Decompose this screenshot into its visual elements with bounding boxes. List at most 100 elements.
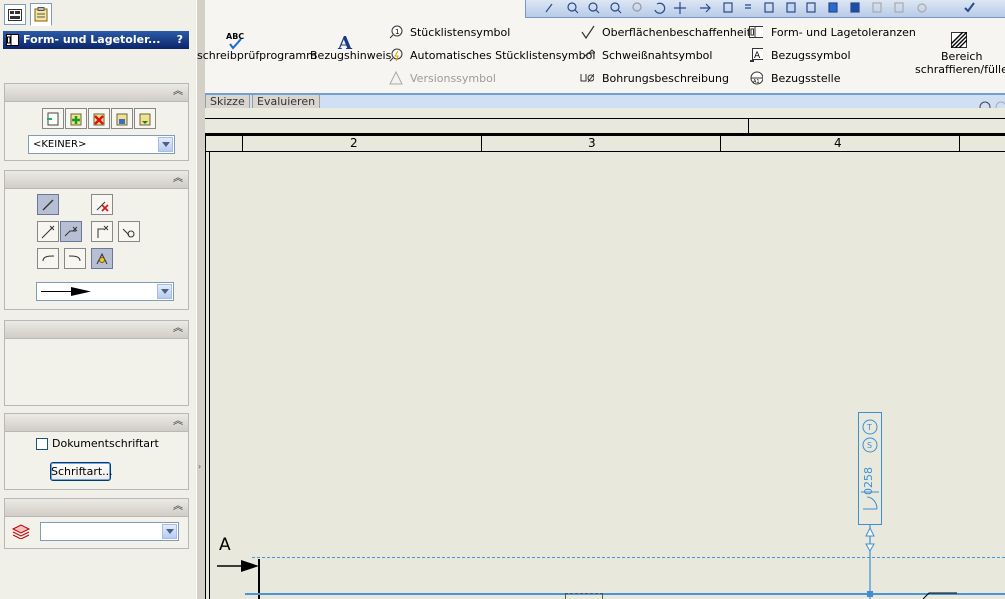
weld-symbol-button[interactable]: Schweißnahtsymbol xyxy=(602,49,712,62)
doc-font-checkbox[interactable] xyxy=(36,438,48,450)
border-line xyxy=(205,118,1005,119)
spellcheck-button[interactable]: schreibprüfprogramm xyxy=(197,49,317,62)
arrow-style-icon xyxy=(41,287,91,296)
tab-sketch[interactable]: Skizze xyxy=(205,95,250,109)
save-style-button[interactable] xyxy=(111,108,133,129)
gtol-button[interactable]: Form- und Lagetoleranzen xyxy=(771,26,916,39)
load-style-button[interactable] xyxy=(134,108,156,129)
layers-icon xyxy=(11,524,31,539)
panel-splitter[interactable]: › xyxy=(196,0,205,599)
style-group-header[interactable]: ︽ xyxy=(5,84,188,102)
balloon-button[interactable]: Stücklistensymbol xyxy=(410,26,510,39)
zone-divider xyxy=(959,136,960,151)
delete-style-button[interactable] xyxy=(88,108,110,129)
font-button[interactable]: Schriftart... xyxy=(50,462,113,481)
chevron-down-icon[interactable] xyxy=(158,137,173,152)
chevron-down-icon[interactable] xyxy=(157,284,172,299)
hatch-button-line2[interactable]: schraffieren/füllen xyxy=(915,63,1005,76)
alignment-guide xyxy=(252,557,1005,558)
svg-text:1: 1 xyxy=(395,28,399,36)
property-manager-title: Form- und Lagetoler... xyxy=(23,33,161,46)
datum-target-button[interactable]: Bezugsstelle xyxy=(771,72,840,85)
feature-tree-icon xyxy=(8,8,22,21)
hole-callout-icon xyxy=(580,71,594,85)
view-toolbar xyxy=(525,0,1005,18)
leader-group-header[interactable]: ︽ xyxy=(5,171,188,189)
collapse-chevron-icon[interactable]: ︽ xyxy=(173,500,183,514)
bent-leader-button[interactable] xyxy=(60,221,82,242)
revision-symbol-icon xyxy=(389,71,403,85)
layer-group: ︽ xyxy=(4,498,189,549)
section-label: A xyxy=(219,535,231,555)
sheet-inner-border xyxy=(209,151,210,599)
selected-edge[interactable] xyxy=(245,593,1005,595)
hatch-button-line1[interactable]: Bereich xyxy=(941,50,982,63)
revision-symbol-button[interactable]: Versionssymbol xyxy=(410,72,496,85)
no-leader-button[interactable] xyxy=(91,194,113,215)
save-style-icon xyxy=(116,113,128,125)
straight-leader-button[interactable] xyxy=(37,221,59,242)
auto-balloon-button[interactable]: Automatisches Stücklistensymbol xyxy=(410,49,595,62)
sheet-top-margin xyxy=(205,108,1005,118)
zone-divider xyxy=(720,136,721,151)
border-line xyxy=(205,151,1005,152)
add-style-icon xyxy=(70,113,82,125)
datum-feature-button[interactable]: Bezugssymbol xyxy=(771,49,851,62)
part-outline xyxy=(922,592,957,599)
collapse-chevron-icon[interactable]: ︽ xyxy=(173,415,183,429)
border-divider xyxy=(748,118,749,133)
no-leader-icon xyxy=(96,201,109,212)
chevron-down-icon[interactable] xyxy=(162,524,177,539)
note-button[interactable]: Bezugshinweis xyxy=(310,49,391,62)
svg-text:S: S xyxy=(867,441,872,450)
gtol-icon xyxy=(6,34,19,46)
layer-group-header[interactable]: ︽ xyxy=(5,499,188,517)
gtol-leader[interactable] xyxy=(863,524,877,599)
gtol-value: 0258 xyxy=(862,467,875,495)
leader-right-button[interactable] xyxy=(64,248,86,269)
tab-evaluate[interactable]: Evaluieren xyxy=(252,95,321,109)
sheet-left-border xyxy=(205,133,206,599)
style-group: ︽ <KEINER> xyxy=(4,83,189,161)
collapse-chevron-icon[interactable]: ︽ xyxy=(173,322,183,336)
leader-nearest-button[interactable] xyxy=(91,248,113,269)
feature-manager-tab[interactable] xyxy=(4,4,26,25)
note-icon: A xyxy=(337,33,353,51)
add-style-button[interactable] xyxy=(65,108,87,129)
font-group: ︽ Dokumentschriftart Schriftart... xyxy=(4,413,189,490)
zone-number: 3 xyxy=(588,136,596,150)
leader-left-icon xyxy=(42,255,55,261)
bent-leader-icon xyxy=(64,226,78,236)
property-manager-panel: Form- und Lagetoler... ? ︽ <KEINER> ︽ ︽ … xyxy=(0,0,197,599)
style-combo-value: <KEINER> xyxy=(33,139,87,150)
text-group-header[interactable]: ︽ xyxy=(5,321,188,339)
surface-finish-button[interactable]: Oberflächenbeschaffenheit xyxy=(602,26,751,39)
style-combo[interactable]: <KEINER> xyxy=(28,135,175,154)
gtol-frame-preview[interactable]: T S 0258 xyxy=(858,412,882,525)
leader-on-button[interactable] xyxy=(37,194,59,215)
all-around-leader-button[interactable] xyxy=(118,221,140,242)
leader-left-button[interactable] xyxy=(37,248,59,269)
border-line xyxy=(205,133,1005,136)
help-button[interactable]: ? xyxy=(177,31,183,49)
leader-nearest-icon xyxy=(96,252,108,264)
layer-combo[interactable] xyxy=(40,522,179,541)
splitter-arrow-icon[interactable]: › xyxy=(198,462,201,471)
font-group-header[interactable]: ︽ xyxy=(5,414,188,432)
collapse-chevron-icon[interactable]: ︽ xyxy=(173,85,183,99)
drawing-sheet[interactable]: 2 3 4 A T S 0258 xyxy=(205,101,1005,599)
surface-finish-icon xyxy=(581,25,595,39)
spellcheck-icon: ABC xyxy=(226,32,244,50)
arrow-style-combo[interactable] xyxy=(36,282,174,301)
apply-default-style-button[interactable] xyxy=(42,108,64,129)
leader-line-icon xyxy=(42,199,54,210)
hole-callout-button[interactable]: Bohrungsbeschreibung xyxy=(602,72,729,85)
style-default-icon xyxy=(47,112,59,125)
zone-divider xyxy=(481,136,482,151)
delete-style-icon xyxy=(93,113,105,125)
property-manager-tab[interactable] xyxy=(30,3,52,26)
collapse-chevron-icon[interactable]: ︽ xyxy=(173,172,183,186)
perpendicular-leader-button[interactable] xyxy=(91,221,113,242)
auto-balloon-icon xyxy=(389,48,403,62)
load-style-icon xyxy=(139,113,151,125)
